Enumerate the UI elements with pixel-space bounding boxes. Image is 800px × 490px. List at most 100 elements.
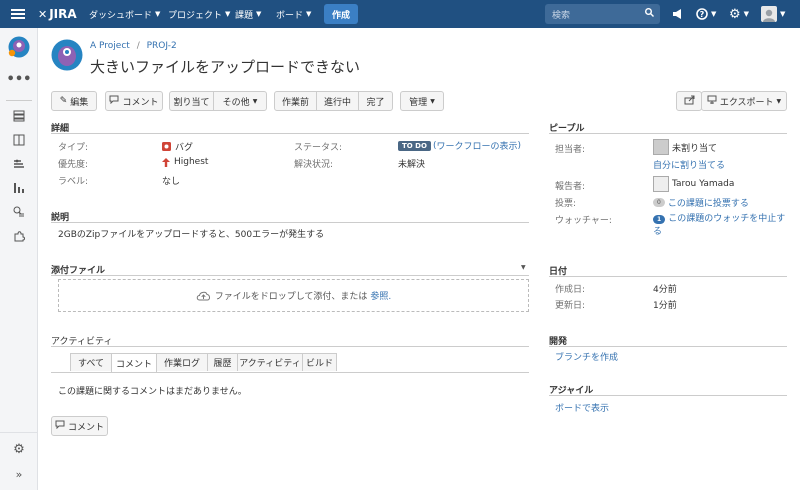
share-icon <box>684 95 695 108</box>
expand-icon[interactable]: » <box>0 468 38 481</box>
section-divider <box>549 346 787 347</box>
workflow-done-button[interactable]: 完了 <box>358 91 393 111</box>
watchers-value: 1 この課題のウォッチを中止する <box>653 213 793 239</box>
breadcrumb-issue-key[interactable]: PROJ-2 <box>147 41 177 51</box>
backlog-icon[interactable] <box>0 110 38 122</box>
menu-icon[interactable] <box>11 0 25 28</box>
tab-underline <box>51 372 529 373</box>
updated-value: 1分前 <box>653 301 677 311</box>
top-navigation: ✕ JIRA ダッシュボード ▼ プロジェクト ▼ 課題 ▼ ボード ▼ 作成 検索 ? … <box>0 0 800 28</box>
more-icon[interactable]: ••• <box>0 72 38 87</box>
issue-project-avatar-icon[interactable] <box>51 39 83 74</box>
svg-text:?: ? <box>700 10 705 19</box>
assign-button[interactable]: 割り当て <box>169 91 214 111</box>
reporter-value[interactable]: Tarou Yamada <box>653 176 734 192</box>
edit-button[interactable]: ✎ 編集 <box>51 91 97 111</box>
reports-icon[interactable] <box>0 182 38 194</box>
nav-boards[interactable]: ボード ▼ <box>276 0 311 28</box>
assign-to-me-link[interactable]: 自分に割り当てる <box>653 158 725 171</box>
nav-issues[interactable]: 課題 ▼ <box>235 0 261 28</box>
releases-icon[interactable] <box>0 158 38 170</box>
chevron-down-icon[interactable]: ▼ <box>521 264 526 271</box>
user-avatar-icon[interactable]: ▼ <box>761 0 785 28</box>
share-button[interactable] <box>676 91 702 111</box>
chevron-down-icon: ▼ <box>780 10 786 18</box>
section-divider <box>51 346 529 347</box>
vote-link[interactable]: この課題に投票する <box>668 196 749 209</box>
watchers-count: 1 <box>653 215 666 224</box>
search-icon <box>645 8 654 20</box>
created-label: 作成日: <box>555 285 586 295</box>
updated-label: 更新日: <box>555 301 586 311</box>
workflow-inprogress-button[interactable]: 進行中 <box>316 91 359 111</box>
tab-builds[interactable]: ビルド <box>302 353 337 371</box>
megaphone-icon[interactable] <box>672 0 683 28</box>
view-on-board-link[interactable]: ボードで表示 <box>555 401 609 414</box>
search-input[interactable]: 検索 <box>545 4 660 24</box>
tab-all[interactable]: すべて <box>70 353 112 371</box>
stop-watching-link[interactable]: この課題のウォッチを中止する <box>653 214 785 237</box>
issues-icon[interactable] <box>0 206 38 218</box>
addons-icon[interactable] <box>0 230 38 242</box>
status-label: ステータス: <box>294 143 343 153</box>
sidebar-divider <box>0 432 38 433</box>
breadcrumb-project[interactable]: A Project <box>90 41 130 51</box>
resolution-value: 未解決 <box>398 160 426 170</box>
nav-dashboards[interactable]: ダッシュボード ▼ <box>89 0 160 28</box>
no-comments-text: この課題に関するコメントはまだありません。 <box>58 387 247 397</box>
watchers-label: ウォッチャー: <box>555 216 612 226</box>
chevron-down-icon: ▼ <box>711 10 717 18</box>
assignee-label: 担当者: <box>555 145 586 155</box>
view-workflow-link[interactable]: ワークフローの表示 <box>436 139 517 152</box>
settings-icon[interactable]: ⚙ <box>0 442 38 457</box>
project-avatar-icon[interactable] <box>0 36 38 58</box>
arrow-up-icon <box>162 157 170 167</box>
chevron-down-icon: ▼ <box>776 97 782 105</box>
tab-history[interactable]: 履歴 <box>207 353 238 371</box>
tab-worklog[interactable]: 作業ログ <box>156 353 208 371</box>
create-branch-link[interactable]: ブランチを作成 <box>555 350 618 363</box>
labels-value: なし <box>162 177 181 187</box>
comment-button[interactable]: コメント <box>105 91 163 111</box>
tab-comments[interactable]: コメント <box>111 353 157 372</box>
votes-label: 投票: <box>555 199 577 209</box>
browse-link[interactable]: 参照. <box>370 289 391 302</box>
chevron-down-icon: ▼ <box>252 97 258 105</box>
issue-view: A Project / PROJ-2 大きいファイルをアップロードできない ✎ 編… <box>38 28 800 490</box>
type-value: バグ <box>162 140 193 153</box>
create-button[interactable]: 作成 <box>324 4 358 24</box>
section-divider <box>51 222 529 223</box>
votes-count: 0 <box>653 198 665 207</box>
issue-title[interactable]: 大きいファイルをアップロードできない <box>90 56 360 77</box>
board-icon[interactable] <box>0 134 38 146</box>
priority-value: Highest <box>162 157 208 167</box>
workflow-todo-button[interactable]: 作業前 <box>274 91 317 111</box>
more-actions-button[interactable]: その他 ▼ <box>213 91 267 111</box>
admin-button[interactable]: 管理 ▼ <box>400 91 444 111</box>
chevron-down-icon: ▼ <box>306 10 312 18</box>
gear-icon[interactable]: ⚙ ▼ <box>729 0 749 28</box>
status-badge[interactable]: TO DO <box>398 140 431 151</box>
tab-activity[interactable]: アクティビティ <box>237 353 303 371</box>
attachment-dropzone[interactable]: ファイルをドロップして添付、または 参照. <box>58 279 529 312</box>
reporter-avatar-icon <box>653 176 669 192</box>
sidebar-divider <box>6 100 32 101</box>
jira-logo[interactable]: ✕ JIRA <box>38 0 77 28</box>
user-avatar-image <box>761 6 777 22</box>
chevron-down-icon: ▼ <box>430 97 435 105</box>
jira-logo-icon: ✕ <box>38 7 48 21</box>
section-divider <box>51 275 529 276</box>
nav-projects[interactable]: プロジェクト ▼ <box>168 0 230 28</box>
pencil-icon: ✎ <box>59 96 68 106</box>
export-icon <box>707 95 717 107</box>
status-value: TO DO (ワークフローの表示) <box>398 139 521 152</box>
breadcrumb: A Project / PROJ-2 <box>90 41 177 51</box>
created-value: 4分前 <box>653 285 677 295</box>
add-comment-button[interactable]: コメント <box>51 416 108 436</box>
description-text[interactable]: 2GBのZipファイルをアップロードすると、500エラーが発生する <box>58 227 324 240</box>
help-icon[interactable]: ? ▼ <box>696 0 716 28</box>
priority-label: 優先度: <box>58 160 89 170</box>
export-button[interactable]: エクスポート ▼ <box>701 91 787 111</box>
type-label: タイプ: <box>58 143 89 153</box>
chevron-down-icon: ▼ <box>225 10 231 18</box>
